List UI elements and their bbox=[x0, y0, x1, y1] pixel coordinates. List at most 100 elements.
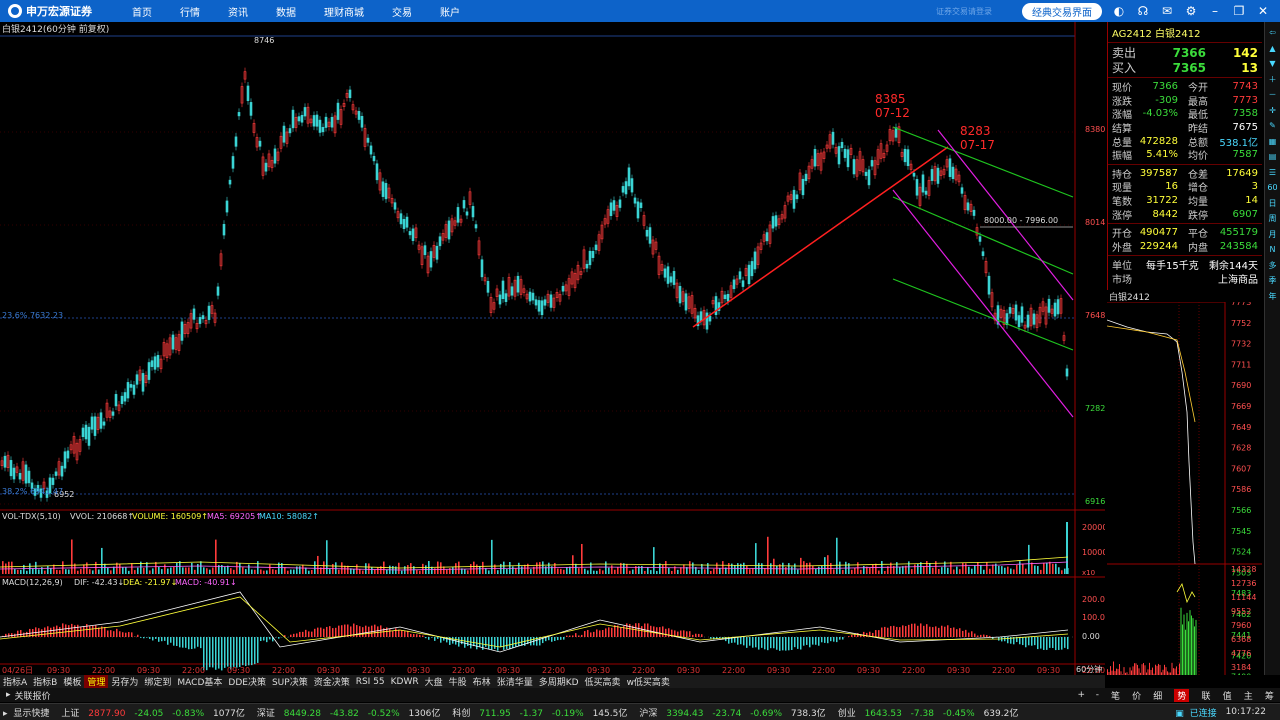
grid-icon[interactable]: ▦ bbox=[1269, 135, 1277, 149]
quote-value: 7675 bbox=[1232, 122, 1258, 134]
zoom-out-icon[interactable]: － bbox=[1269, 88, 1277, 102]
side-tab[interactable]: 主 bbox=[1244, 689, 1253, 702]
indicator-tab[interactable]: 指标B bbox=[30, 675, 60, 688]
collapse-icon[interactable]: ▸ bbox=[6, 690, 11, 700]
logo-text: 申万宏源证券 bbox=[26, 5, 92, 18]
nav-mall[interactable]: 理财商城 bbox=[310, 4, 378, 19]
nav-account[interactable]: 账户 bbox=[426, 4, 474, 19]
nav-trade[interactable]: 交易 bbox=[378, 4, 426, 19]
period-60[interactable]: 60 bbox=[1267, 181, 1277, 195]
indicator-tab[interactable]: 绑定到 bbox=[141, 675, 174, 688]
quote-label: 振幅 bbox=[1112, 151, 1132, 163]
add-button[interactable]: + bbox=[1077, 690, 1085, 700]
quote-value: 490477 bbox=[1139, 227, 1178, 239]
list-icon[interactable]: ☰ bbox=[1269, 166, 1276, 180]
tick-chart[interactable]: 7773 7752 7732 7711 7690 7669 7649 7628 7607 7586… bbox=[1107, 302, 1262, 675]
time-axis-label: 09:30 bbox=[1037, 666, 1060, 675]
price-axis-label: 8014 bbox=[1085, 218, 1105, 227]
indicator-tab[interactable]: KDWR bbox=[388, 677, 422, 687]
remove-button[interactable]: - bbox=[1096, 690, 1099, 700]
nav-data[interactable]: 数据 bbox=[262, 4, 310, 19]
time-axis-label: 09:30 bbox=[587, 666, 610, 675]
login-hint[interactable]: 证券交易请登录 bbox=[936, 6, 992, 17]
tick-price-label: 7773 bbox=[1231, 302, 1251, 307]
mail-icon[interactable]: ✉ bbox=[1160, 4, 1174, 18]
indicator-tab[interactable]: 张清华量 bbox=[494, 675, 536, 688]
index-cy[interactable]: 创业 1643.53 -7.38 -0.45% 639.2亿 bbox=[832, 706, 1025, 719]
period-season[interactable]: 季 bbox=[1269, 274, 1277, 288]
side-tab[interactable]: 势 bbox=[1174, 688, 1190, 702]
fib-label-top: 23.6% 7632.23 bbox=[2, 311, 63, 320]
close-icon[interactable]: ✕ bbox=[1256, 4, 1270, 18]
indicator-tab[interactable]: MACD基本 bbox=[174, 675, 225, 688]
bid-label: 买入 bbox=[1112, 61, 1137, 75]
zoom-in-icon[interactable]: ＋ bbox=[1269, 73, 1277, 87]
back-icon[interactable]: ⇦ bbox=[1269, 26, 1276, 40]
quote-row: 总量 472828 总额 538.1亿 bbox=[1108, 134, 1262, 149]
minimize-icon[interactable]: – bbox=[1208, 4, 1222, 18]
restore-icon[interactable]: ❐ bbox=[1232, 4, 1246, 18]
indicator-tab[interactable]: RSI 55 bbox=[353, 677, 388, 687]
nav-market[interactable]: 行情 bbox=[166, 4, 214, 19]
tick-vol-label: 14328 bbox=[1231, 565, 1256, 574]
nav-news[interactable]: 资讯 bbox=[214, 4, 262, 19]
index-hs[interactable]: 沪深 3394.43 -23.74 -0.69% 738.3亿 bbox=[633, 706, 831, 719]
indicator-tab[interactable]: 模板 bbox=[60, 675, 84, 688]
index-sh[interactable]: 上证 2877.90 -24.05 -0.83% 1077亿 bbox=[55, 706, 251, 719]
quote-value: 7366 bbox=[1152, 81, 1178, 93]
indicator-tab[interactable]: 低买高卖 bbox=[582, 675, 624, 688]
chart-icon[interactable]: ▤ bbox=[1269, 150, 1277, 164]
side-tab[interactable]: 笔 bbox=[1111, 689, 1120, 702]
period-month[interactable]: 月 bbox=[1269, 228, 1277, 242]
related-quote-label[interactable]: 关联报价 bbox=[15, 689, 51, 702]
quote-row: 持仓 397587 仓差 17649 bbox=[1108, 167, 1262, 181]
period-day[interactable]: 日 bbox=[1269, 197, 1277, 211]
cross-icon[interactable]: ✛ bbox=[1269, 104, 1276, 118]
status-bar: ▸ 显示快捷 上证 2877.90 -24.05 -0.83% 1077亿 深证… bbox=[0, 703, 1280, 720]
vol-axis-label: 10000 bbox=[1082, 548, 1105, 557]
indicator-tab[interactable]: DDE决策 bbox=[225, 675, 269, 688]
indicator-tab[interactable]: w低买高卖 bbox=[624, 675, 673, 688]
side-tab[interactable]: 价 bbox=[1132, 689, 1141, 702]
tick-price-label: 7566 bbox=[1231, 506, 1251, 515]
period-n[interactable]: N bbox=[1270, 243, 1276, 257]
tick-vol-label: 12736 bbox=[1231, 579, 1256, 588]
period-year[interactable]: 年 bbox=[1269, 290, 1277, 304]
app-logo[interactable]: 申万宏源证券 bbox=[0, 0, 118, 22]
up-icon[interactable]: ▲ bbox=[1269, 42, 1275, 56]
indicator-tab[interactable]: 指标A bbox=[0, 675, 30, 688]
index-sz[interactable]: 深证 8449.28 -43.82 -0.52% 1306亿 bbox=[251, 706, 447, 719]
indicator-tab[interactable]: 多周期KD bbox=[536, 675, 582, 688]
indicator-tab[interactable]: 布林 bbox=[470, 675, 494, 688]
indicator-tab[interactable]: 牛股 bbox=[446, 675, 470, 688]
quote-value: 8442 bbox=[1152, 208, 1178, 220]
period-week[interactable]: 周 bbox=[1269, 212, 1277, 226]
quote-row: 外盘 229244 内盘 243584 bbox=[1108, 240, 1262, 254]
classic-trade-button[interactable]: 经典交易界面 bbox=[1022, 2, 1102, 20]
side-tab[interactable]: 细 bbox=[1153, 689, 1162, 702]
price-axis-label: 8380 bbox=[1085, 125, 1105, 134]
settings-icon[interactable]: ⚙ bbox=[1184, 4, 1198, 18]
index-kc[interactable]: 科创 711.95 -1.37 -0.19% 145.5亿 bbox=[446, 706, 633, 719]
quote-label: 外盘 bbox=[1112, 242, 1132, 254]
draw-icon[interactable]: ✎ bbox=[1269, 119, 1276, 133]
headset-icon[interactable]: ☊ bbox=[1136, 4, 1150, 18]
logo-icon bbox=[8, 4, 22, 18]
nav-home[interactable]: 首页 bbox=[118, 4, 166, 19]
quote-value: 243584 bbox=[1219, 240, 1258, 252]
side-tab[interactable]: 筹 bbox=[1265, 689, 1274, 702]
down-icon[interactable]: ▼ bbox=[1269, 57, 1275, 71]
indicator-tab[interactable]: 另存为 bbox=[108, 675, 141, 688]
indicator-tab[interactable]: SUP决策 bbox=[269, 675, 311, 688]
skin-icon[interactable]: ◐ bbox=[1112, 4, 1126, 18]
quick-toggle[interactable]: ▸ 显示快捷 bbox=[0, 706, 55, 719]
period-multi[interactable]: 多 bbox=[1269, 259, 1277, 273]
indicator-tab[interactable]: 管理 bbox=[84, 675, 109, 688]
indicator-tab[interactable]: 大盘 bbox=[422, 675, 446, 688]
kline-svg[interactable]: 8380 8014 7648 7282 6916 8746 6952 23.6%… bbox=[0, 22, 1105, 675]
time-axis-label: 09:30 bbox=[137, 666, 160, 675]
kline-chart-area[interactable]: 8380 8014 7648 7282 6916 8746 6952 23.6%… bbox=[0, 22, 1105, 675]
side-tab[interactable]: 值 bbox=[1223, 689, 1232, 702]
side-tab[interactable]: 联 bbox=[1202, 689, 1211, 702]
indicator-tab[interactable]: 资金决策 bbox=[311, 675, 353, 688]
